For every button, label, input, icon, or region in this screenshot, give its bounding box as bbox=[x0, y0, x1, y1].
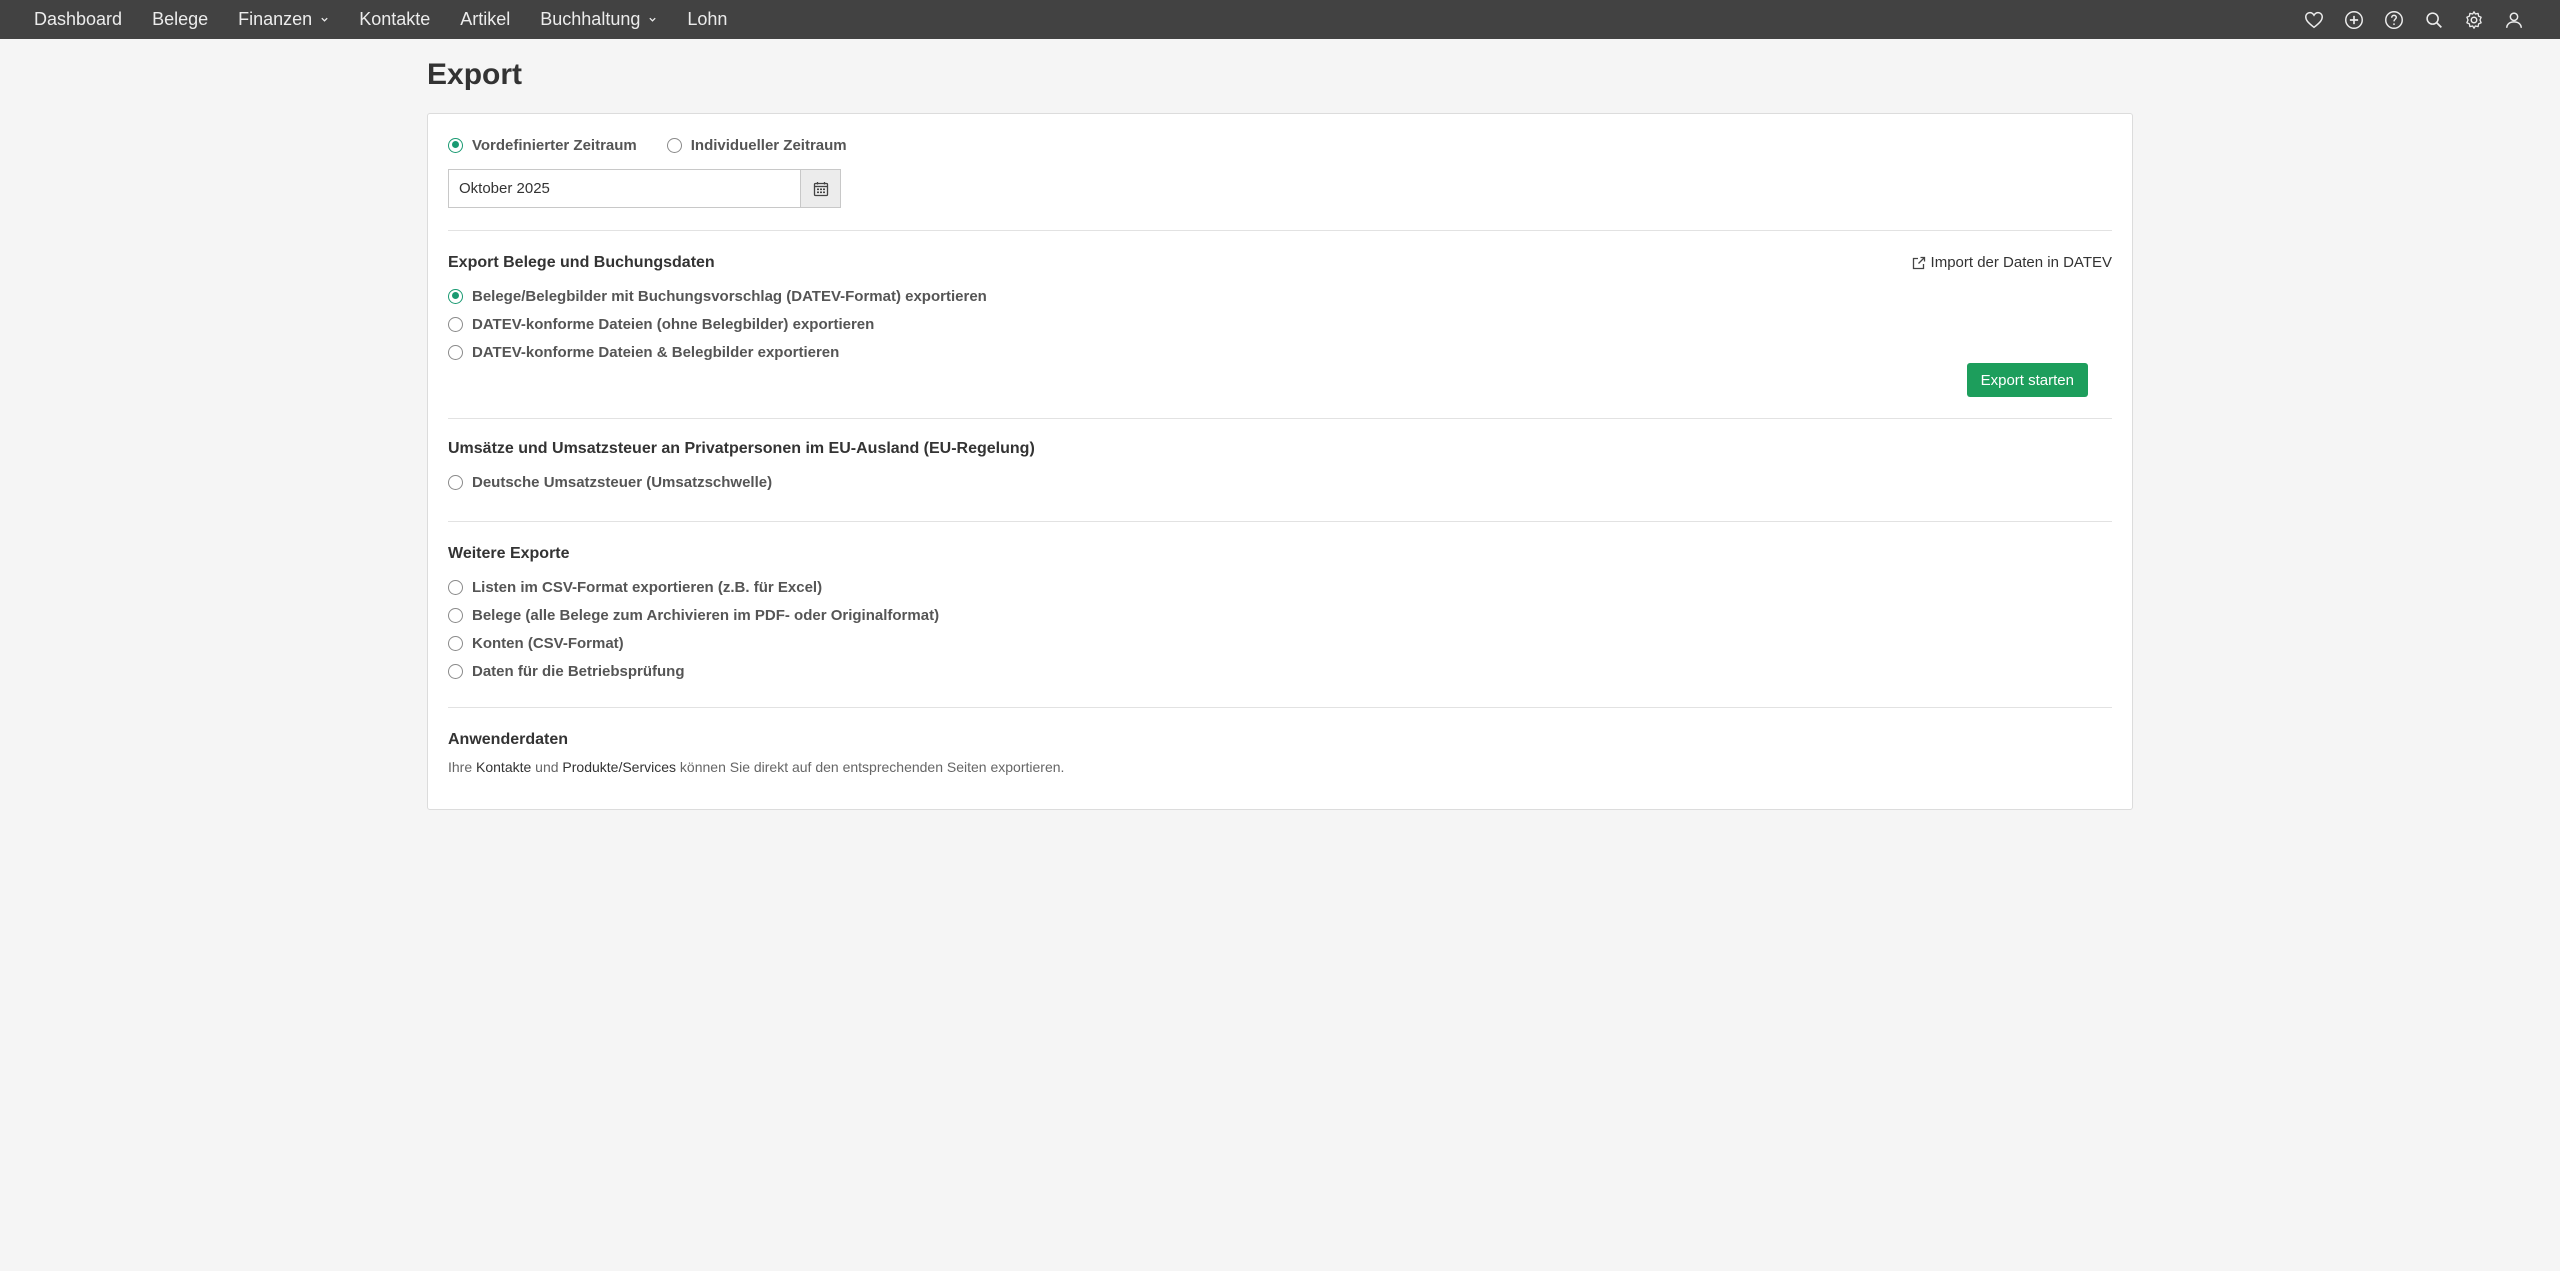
nav-actions bbox=[2286, 0, 2560, 39]
import-datev-link[interactable]: Import der Daten in DATEV bbox=[1911, 254, 2112, 271]
divider bbox=[448, 230, 2112, 231]
radio-predefined-period[interactable]: Vordefinierter Zeitraum bbox=[448, 131, 637, 159]
radio-button[interactable] bbox=[666, 137, 682, 153]
radio-datev-option-2[interactable]: DATEV-konforme Dateien (ohne Belegbilder… bbox=[448, 310, 2112, 338]
radio-button[interactable] bbox=[448, 344, 463, 360]
radio-csv-lists[interactable]: Listen im CSV-Format exportieren (z.B. f… bbox=[448, 573, 2112, 601]
note-text: können Sie direkt auf den entsprechenden… bbox=[676, 759, 1065, 775]
nav-item-label: Lohn bbox=[687, 9, 728, 29]
radio-button[interactable] bbox=[448, 288, 463, 304]
nav-item-finanzen[interactable]: Finanzen bbox=[238, 9, 329, 30]
nav-item-label: Buchhaltung bbox=[540, 9, 641, 29]
note-text: Ihre bbox=[448, 759, 477, 775]
user-icon[interactable] bbox=[2502, 8, 2526, 32]
products-services-link[interactable]: Produkte/Services bbox=[562, 759, 676, 775]
radio-button[interactable] bbox=[448, 316, 463, 332]
radio-label: Deutsche Umsatzsteuer (Umsatzschwelle) bbox=[472, 473, 773, 491]
section-title: Anwenderdaten bbox=[448, 731, 569, 748]
search-icon[interactable] bbox=[2422, 8, 2446, 32]
nav-item-kontakte[interactable]: Kontakte bbox=[359, 9, 430, 30]
user-data-section: Anwenderdaten Ihre Kontakte und Produkte… bbox=[448, 731, 2112, 775]
radio-custom-period[interactable]: Individueller Zeitraum bbox=[666, 131, 847, 159]
radio-label: Daten für die Betriebsprüfung bbox=[472, 662, 685, 680]
nav-item-buchhaltung[interactable]: Buchhaltung bbox=[540, 9, 657, 30]
radio-datev-option-1[interactable]: Belege/Belegbilder mit Buchungsvorschlag… bbox=[448, 282, 2112, 310]
radio-button[interactable] bbox=[448, 474, 463, 490]
radio-tax-audit-data[interactable]: Daten für die Betriebsprüfung bbox=[448, 657, 2112, 685]
radio-label: Belege (alle Belege zum Archivieren im P… bbox=[472, 606, 940, 624]
nav-item-label: Finanzen bbox=[238, 9, 313, 29]
page-title: Export bbox=[427, 58, 523, 91]
export-start-button[interactable]: Export starten bbox=[1966, 363, 2088, 397]
period-section: Vordefinierter Zeitraum Individueller Ze… bbox=[448, 131, 2112, 208]
radio-label: Belege/Belegbilder mit Buchungsvorschlag… bbox=[472, 287, 987, 305]
import-link-label: Import der Daten in DATEV bbox=[1930, 254, 2112, 271]
radio-accounts-csv[interactable]: Konten (CSV-Format) bbox=[448, 629, 2112, 657]
nav-item-label: Belege bbox=[152, 9, 209, 29]
radio-label: DATEV-konforme Dateien & Belegbilder exp… bbox=[472, 343, 840, 361]
chevron-down-icon bbox=[649, 17, 657, 22]
datev-export-section: Export Belege und Buchungsdaten Import d… bbox=[448, 254, 2112, 404]
nav-item-belege[interactable]: Belege bbox=[152, 9, 208, 30]
more-exports-section: Weitere Exporte Listen im CSV-Format exp… bbox=[448, 545, 2112, 685]
heart-icon[interactable] bbox=[2302, 8, 2326, 32]
radio-eu-option-1[interactable]: Deutsche Umsatzsteuer (Umsatzschwelle) bbox=[448, 468, 2112, 496]
period-picker bbox=[448, 169, 2112, 208]
divider bbox=[448, 521, 2112, 522]
top-navigation: Dashboard Belege Finanzen Kontakte Artik… bbox=[0, 0, 2560, 39]
contacts-link[interactable]: Kontakte bbox=[476, 759, 531, 775]
external-link-icon bbox=[1912, 256, 1925, 269]
nav-item-artikel[interactable]: Artikel bbox=[460, 9, 510, 30]
nav-item-label: Dashboard bbox=[34, 9, 123, 29]
calendar-button[interactable] bbox=[800, 169, 841, 208]
radio-label: DATEV-konforme Dateien (ohne Belegbilder… bbox=[472, 315, 875, 333]
calendar-icon bbox=[813, 181, 828, 196]
section-title: Weitere Exporte bbox=[448, 545, 570, 562]
chevron-down-icon bbox=[321, 17, 328, 22]
divider bbox=[448, 418, 2112, 419]
plus-circle-icon[interactable] bbox=[2342, 8, 2366, 32]
radio-receipts-archive[interactable]: Belege (alle Belege zum Archivieren im P… bbox=[448, 601, 2112, 629]
radio-label: Konten (CSV-Format) bbox=[472, 634, 624, 652]
nav-item-label: Artikel bbox=[460, 9, 511, 29]
radio-datev-option-3[interactable]: DATEV-konforme Dateien & Belegbilder exp… bbox=[448, 338, 2112, 366]
export-card: Vordefinierter Zeitraum Individueller Ze… bbox=[427, 113, 2133, 810]
radio-button[interactable] bbox=[448, 663, 463, 679]
section-title: Export Belege und Buchungsdaten bbox=[448, 254, 715, 271]
nav-item-dashboard[interactable]: Dashboard bbox=[34, 9, 122, 30]
eu-section: Umsätze und Umsatzsteuer an Privatperson… bbox=[448, 440, 2112, 496]
period-input[interactable] bbox=[448, 169, 800, 208]
nav-menu: Dashboard Belege Finanzen Kontakte Artik… bbox=[0, 0, 757, 39]
radio-label: Individueller Zeitraum bbox=[690, 136, 847, 154]
section-title: Umsätze und Umsatzsteuer an Privatperson… bbox=[448, 440, 1035, 457]
help-icon[interactable] bbox=[2382, 8, 2406, 32]
radio-button[interactable] bbox=[448, 635, 463, 651]
radio-button[interactable] bbox=[448, 579, 463, 595]
radio-label: Listen im CSV-Format exportieren (z.B. f… bbox=[472, 578, 823, 596]
user-data-note: Ihre Kontakte und Produkte/Services könn… bbox=[448, 759, 2112, 775]
gear-icon[interactable] bbox=[2462, 8, 2486, 32]
note-text: und bbox=[531, 759, 563, 775]
nav-item-label: Kontakte bbox=[359, 9, 431, 29]
period-type-radios: Vordefinierter Zeitraum Individueller Ze… bbox=[448, 131, 2112, 159]
divider bbox=[448, 707, 2112, 708]
radio-button[interactable] bbox=[448, 607, 463, 623]
nav-item-lohn[interactable]: Lohn bbox=[687, 9, 727, 30]
radio-button[interactable] bbox=[448, 137, 463, 153]
radio-label: Vordefinierter Zeitraum bbox=[472, 136, 637, 154]
